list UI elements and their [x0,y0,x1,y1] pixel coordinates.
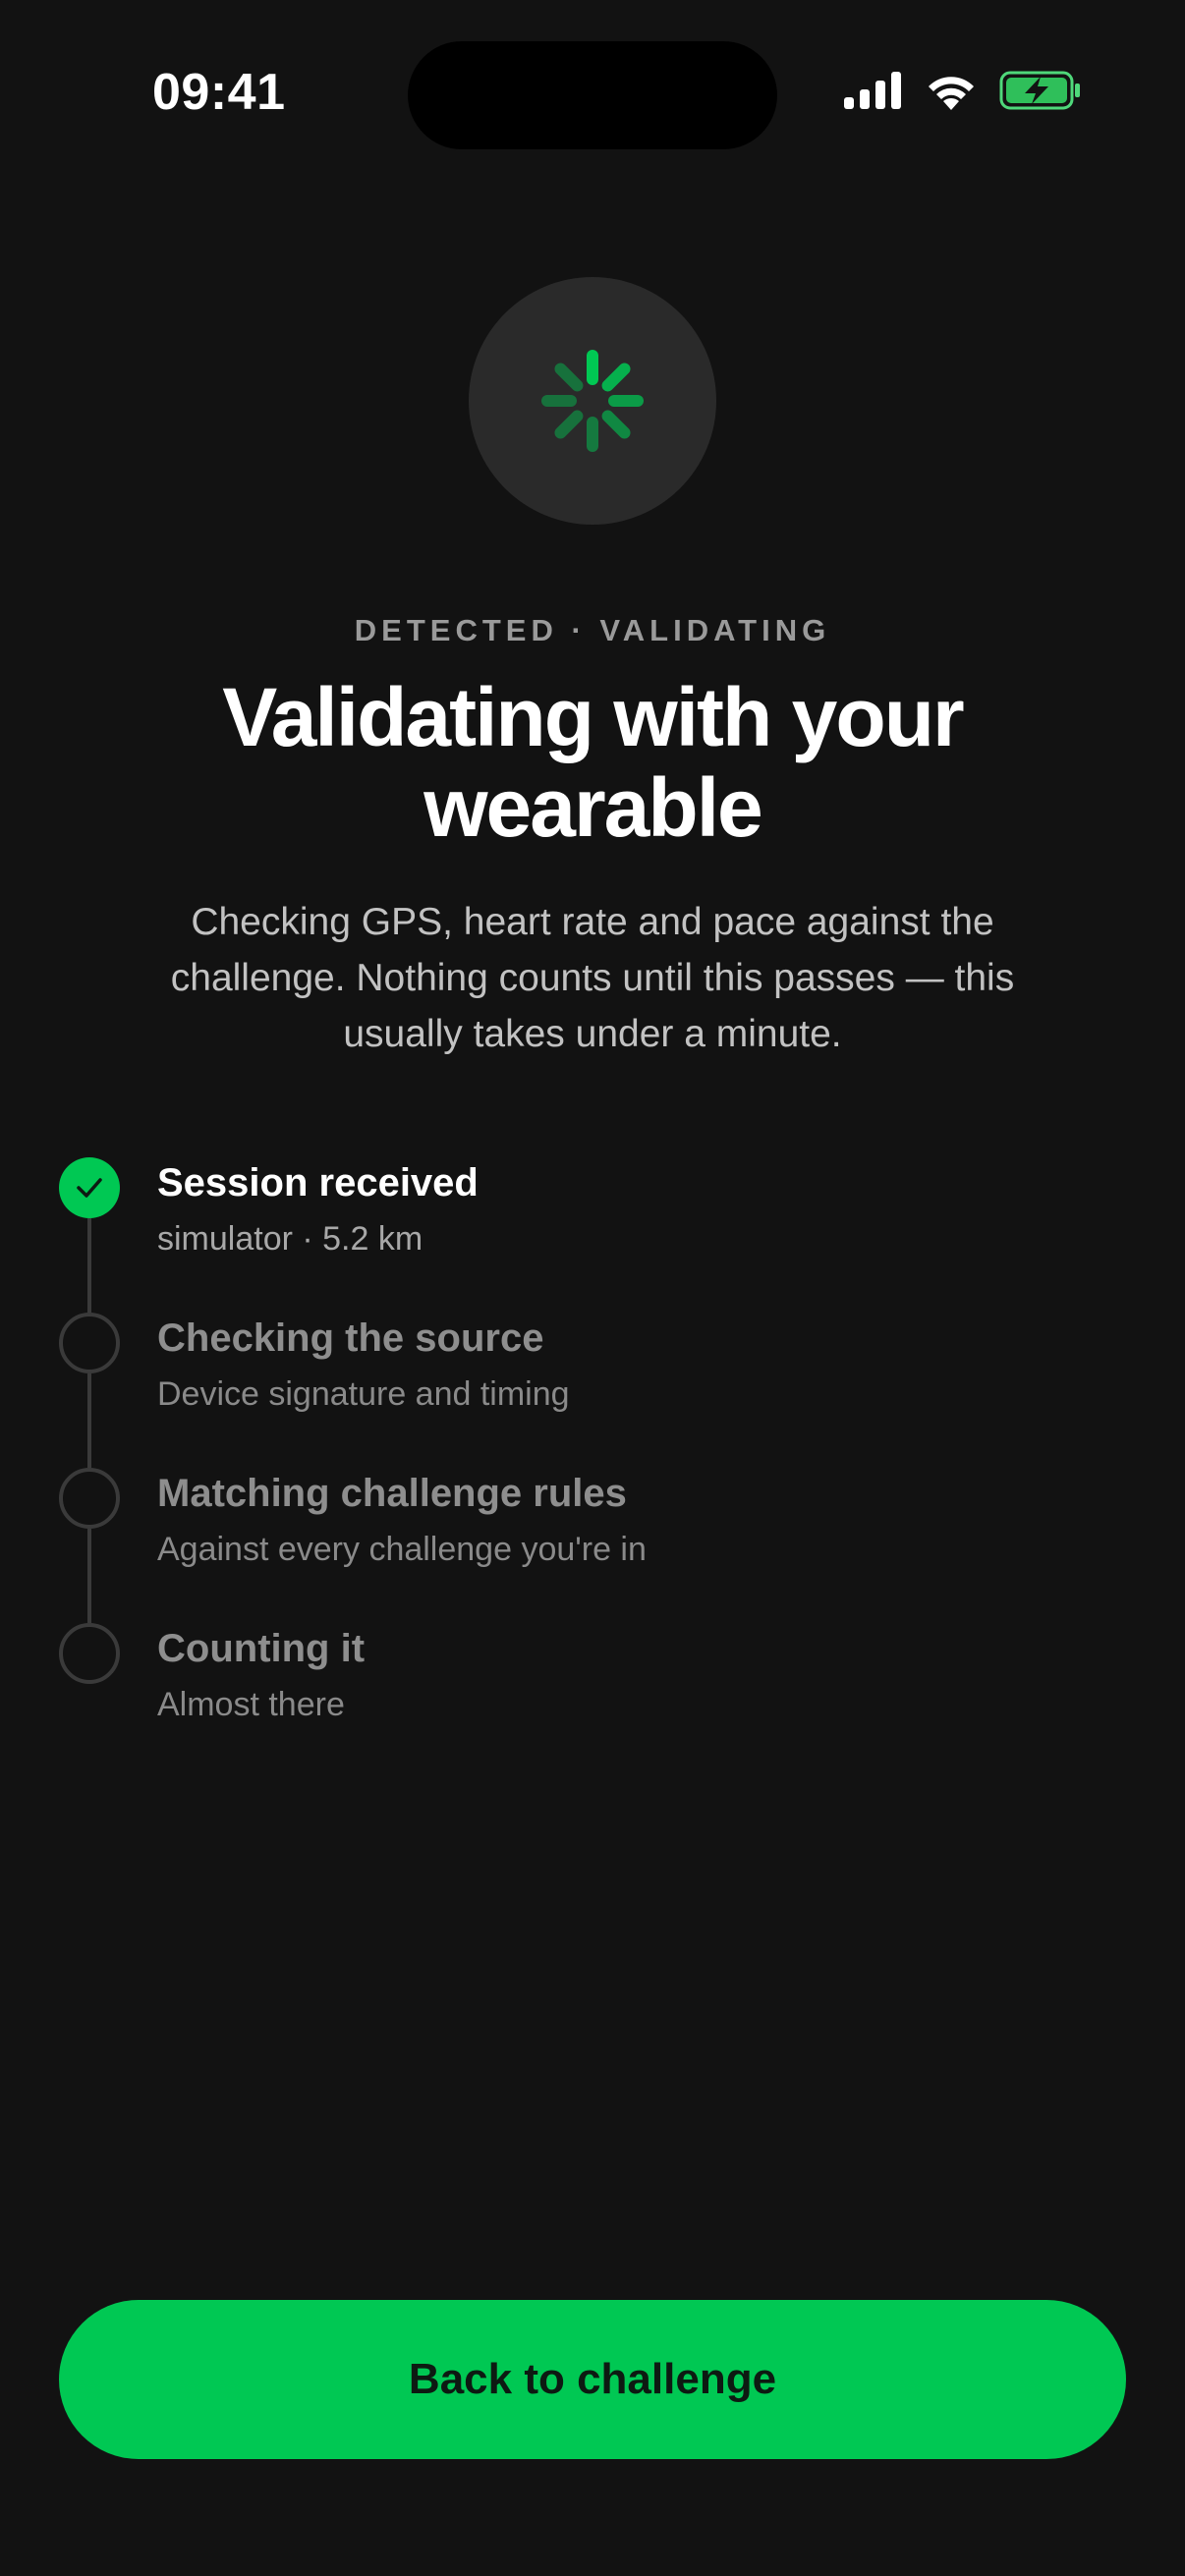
status-time: 09:41 [152,64,286,121]
back-to-challenge-button[interactable]: Back to challenge [59,2300,1126,2459]
status-eyebrow: DETECTED · VALIDATING [354,613,831,647]
step-pending-marker [59,1313,120,1373]
step-description: Almost there [157,1686,345,1723]
step-connector [87,1218,91,1313]
step-title: Checking the source [157,1316,544,1360]
validation-steps: Session received simulator · 5.2 km Chec… [59,1149,1126,1770]
step-title: Matching challenge rules [157,1472,627,1515]
step-title: Session received [157,1161,479,1204]
dynamic-island [408,41,777,149]
step-connector [87,1373,91,1468]
status-bar: 09:41 [0,0,1185,187]
step-pending-marker [59,1468,120,1529]
step-session-received: Session received simulator · 5.2 km [59,1149,1126,1313]
validation-spinner [469,277,716,525]
battery-charging-icon [999,71,1082,110]
cellular-signal-icon [844,72,903,109]
step-description: Against every challenge you're in [157,1531,647,1568]
spinner-icon [541,350,644,452]
status-icons [844,71,1082,110]
step-pending-marker [59,1623,120,1684]
page-title: Validating with your wearable [222,671,964,854]
step-complete-marker [59,1157,120,1218]
step-description: Device signature and timing [157,1375,570,1413]
step-title: Counting it [157,1627,366,1670]
step-connector [87,1529,91,1623]
step-description: simulator · 5.2 km [157,1220,423,1258]
checkmark-icon [77,1178,102,1198]
step-counting: Counting it Almost there [59,1615,1126,1770]
step-matching-rules: Matching challenge rules Against every c… [59,1460,1126,1623]
wifi-icon [925,71,978,110]
page-subtitle: Checking GPS, heart rate and pace agains… [170,901,1015,1055]
step-checking-source: Checking the source Device signature and… [59,1305,1126,1468]
